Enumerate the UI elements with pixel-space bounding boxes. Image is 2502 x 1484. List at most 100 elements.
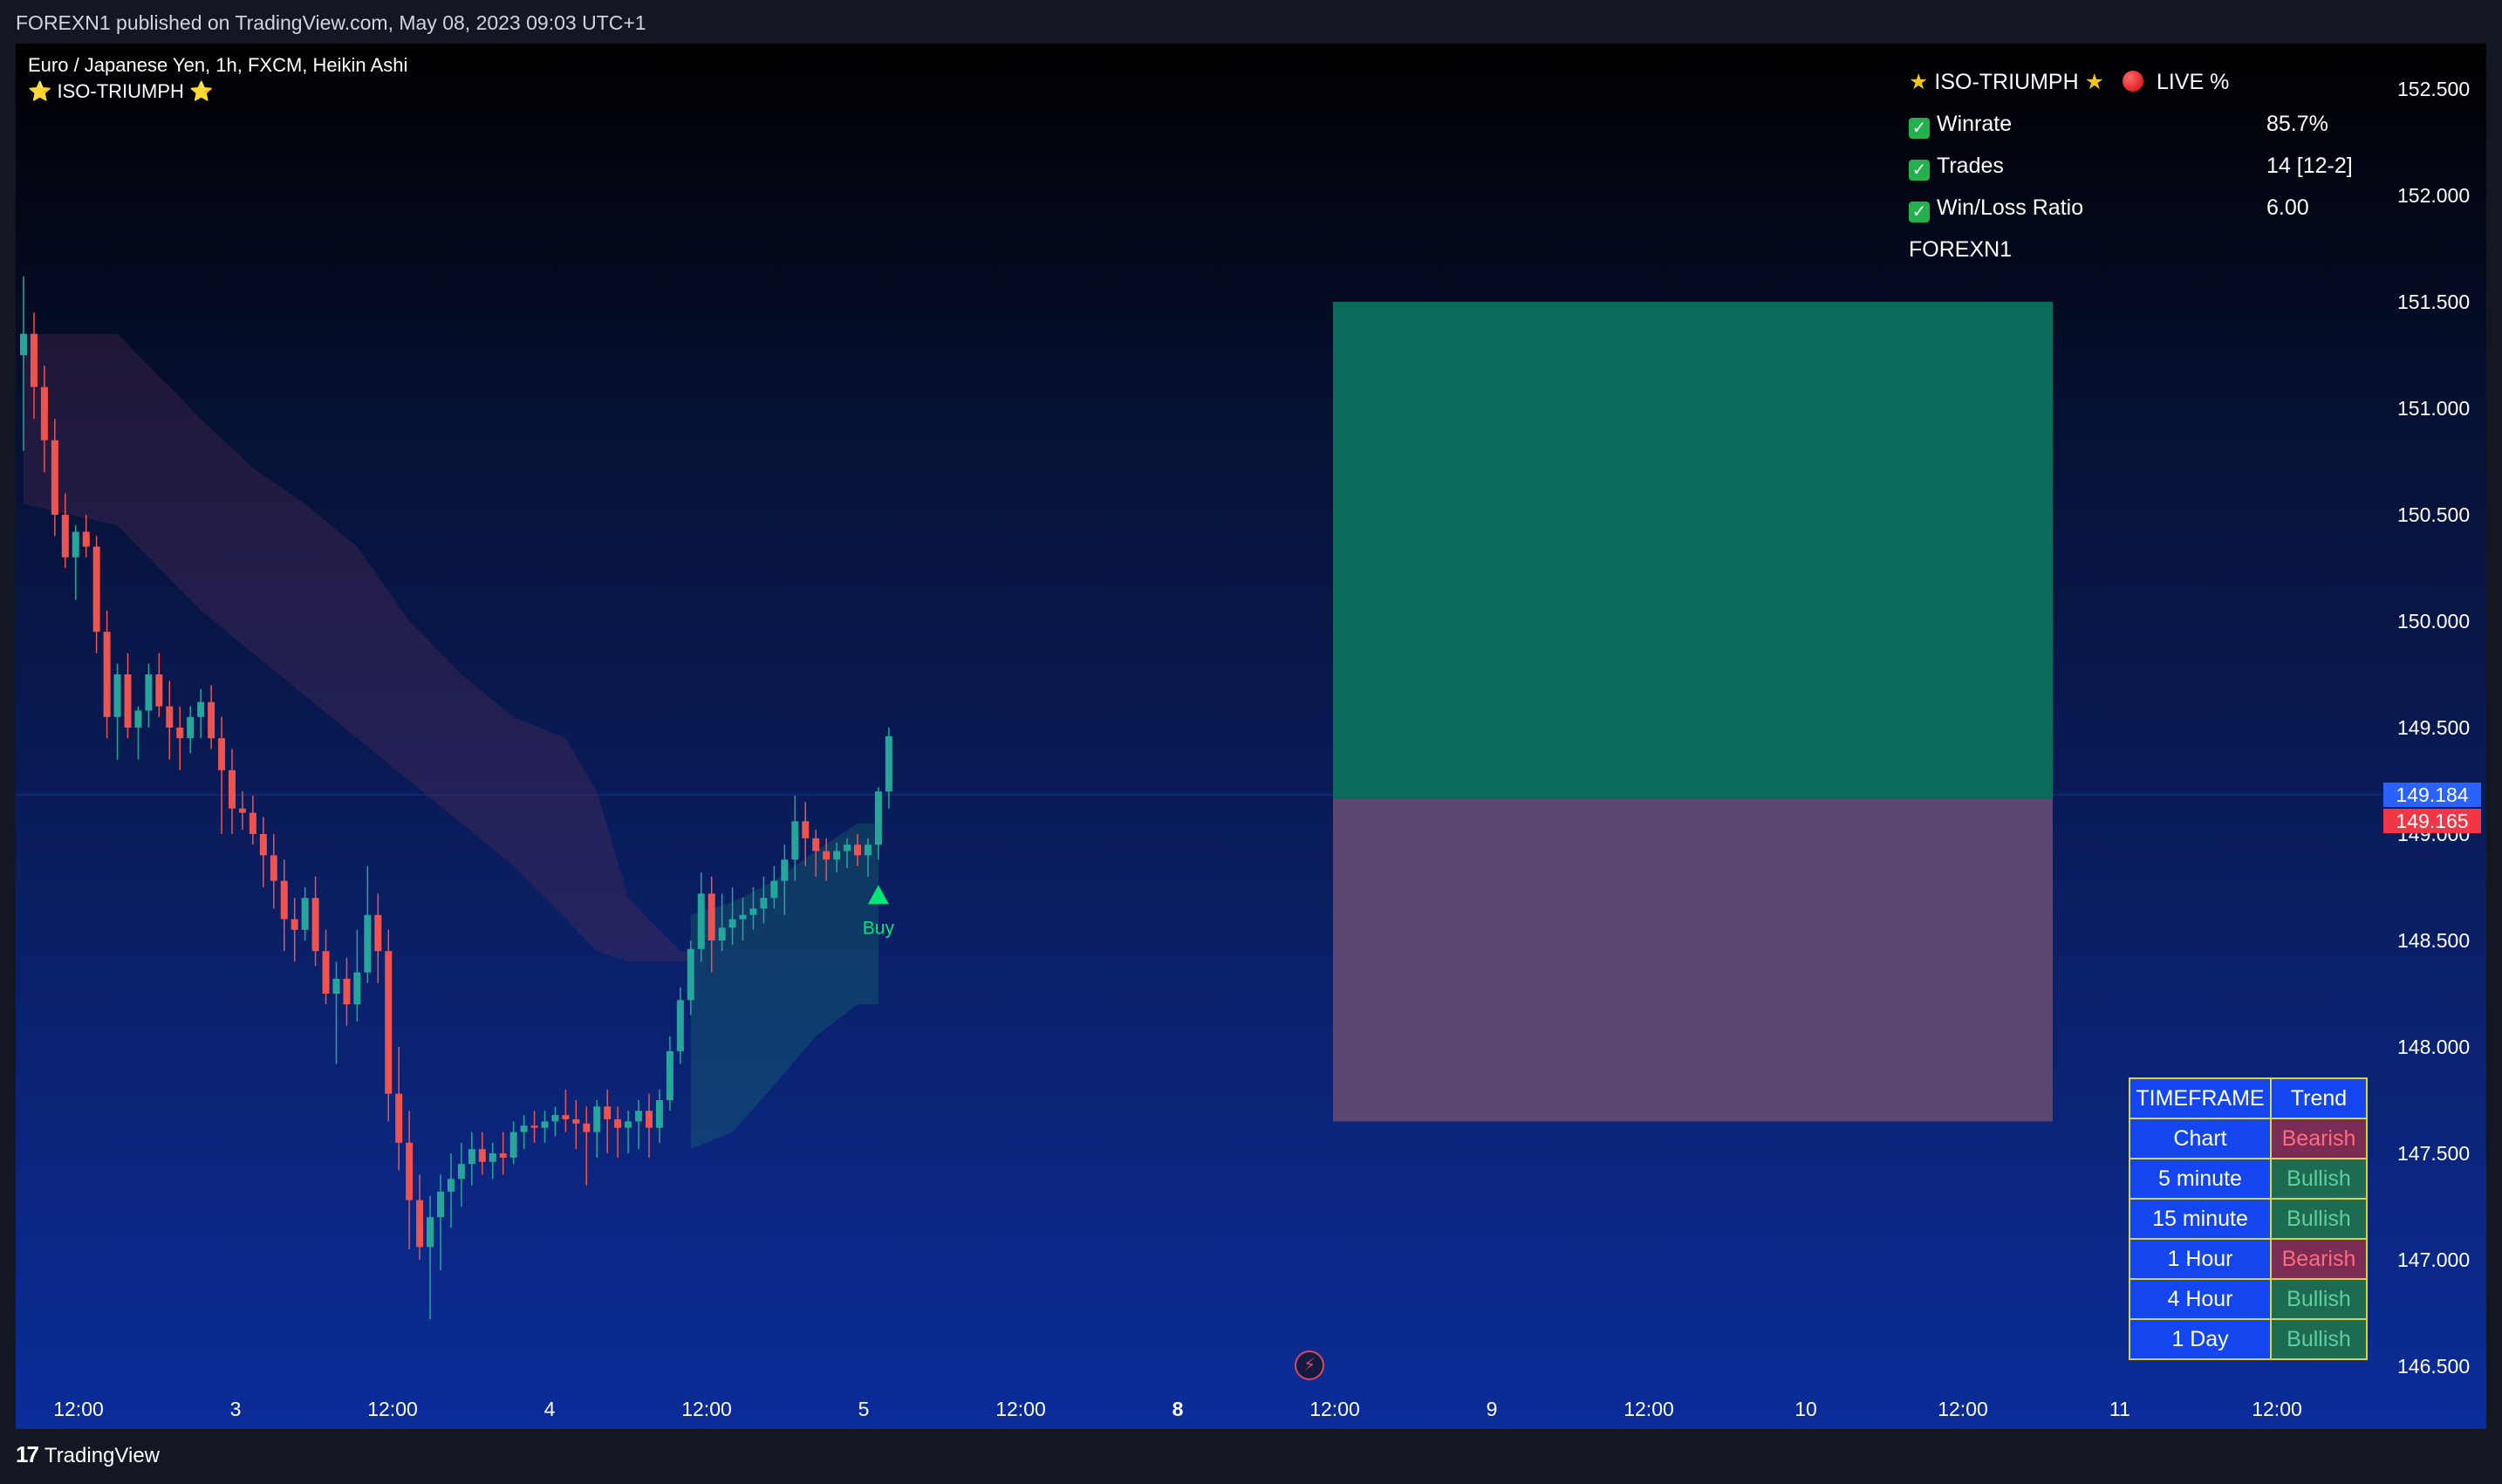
time-tick-label: 3	[229, 1398, 242, 1420]
candle-body	[155, 674, 163, 707]
price-axis[interactable]: 146.500 147.000 147.500 148.000 148.500 149.0…	[2382, 44, 2486, 1429]
candle-body	[530, 1125, 538, 1128]
candle-body	[812, 838, 820, 851]
candle-body	[468, 1149, 475, 1165]
stat-row-winrate: ✓ Winrate 85.7%	[1909, 103, 2397, 145]
candle-body	[509, 1132, 517, 1158]
candle-body	[322, 951, 330, 994]
candle-body	[854, 845, 861, 856]
time-tick-label: 12:00	[1938, 1398, 1988, 1420]
candle-body	[520, 1125, 528, 1132]
trend-cell: Bullish	[2270, 1158, 2368, 1200]
candle-body	[280, 880, 288, 920]
candle-body	[395, 1093, 403, 1143]
price-plot[interactable]: Buy	[16, 44, 2382, 1429]
stat-label: Winrate	[1937, 112, 2013, 136]
candle-body	[385, 951, 393, 1094]
price-tick-label: 151.500	[2397, 291, 2471, 313]
header-timeframe: TIMEFRAME	[2129, 1077, 2272, 1119]
candle-body	[655, 1100, 663, 1128]
trend-cell: Bullish	[2270, 1278, 2368, 1320]
candle-body	[708, 893, 715, 940]
candle-body	[447, 1179, 455, 1192]
candle-body	[437, 1191, 444, 1218]
candle-body	[802, 821, 810, 838]
time-tick-label: 8	[1172, 1398, 1184, 1420]
candle-body	[124, 674, 132, 728]
candle-body	[770, 880, 778, 899]
candle-body	[874, 791, 882, 845]
trend-cell: Bullish	[2270, 1318, 2368, 1360]
tradingview-logo[interactable]: 17 TradingView	[16, 1441, 160, 1468]
candle-body	[238, 808, 246, 813]
price-tick-label: 151.000	[2397, 397, 2471, 420]
candle-body	[739, 914, 747, 920]
candle-body	[176, 728, 184, 739]
candle-body	[635, 1111, 643, 1122]
brand-name: TradingView	[44, 1444, 160, 1467]
time-tick-label: 4	[543, 1398, 556, 1420]
trend-row: Chart Bearish	[2129, 1118, 2368, 1159]
indicator-legend[interactable]: ⭐ ISO-TRIUMPH ⭐	[28, 80, 213, 103]
candle-body	[697, 893, 705, 949]
check-icon: ✓	[1909, 202, 1930, 222]
timeframe-cell: 15 minute	[2129, 1198, 2272, 1240]
candle-body	[249, 812, 256, 834]
stat-row-trades: ✓ Trades 14 [12-2]	[1909, 145, 2397, 187]
time-tick-label: 12:00	[2252, 1398, 2302, 1420]
candle-body	[728, 919, 736, 928]
symbol-legend[interactable]: Euro / Japanese Yen, 1h, FXCM, Heikin As…	[28, 54, 407, 77]
candle-body	[113, 674, 121, 717]
price-tick-label: 147.500	[2397, 1142, 2471, 1165]
candle-body	[92, 546, 100, 633]
candle-body	[457, 1164, 465, 1180]
check-icon: ✓	[1909, 118, 1930, 139]
candle-body	[374, 914, 382, 952]
time-tick-label: 11	[2109, 1398, 2130, 1420]
timeframe-cell: 1 Day	[2129, 1318, 2272, 1360]
candle-body	[301, 898, 309, 930]
time-tick-label: 5	[858, 1398, 870, 1420]
candle-body	[30, 333, 38, 387]
candle-body	[823, 851, 831, 860]
timeframe-cell: 5 minute	[2129, 1158, 2272, 1200]
stat-label: Trades	[1937, 154, 2004, 178]
candle-body	[270, 855, 277, 881]
trend-table: TIMEFRAME Trend Chart Bearish 5 minute B…	[2129, 1077, 2368, 1360]
candle-body	[541, 1121, 549, 1128]
price-tick-label: 150.500	[2397, 503, 2471, 526]
trend-row: 15 minute Bullish	[2129, 1198, 2368, 1240]
candle-body	[551, 1115, 559, 1122]
lightning-icon[interactable]: ⚡	[1295, 1351, 1324, 1380]
time-tick-label: 12:00	[367, 1398, 418, 1420]
candle-body	[718, 927, 726, 940]
price-tick-label: 147.000	[2397, 1248, 2471, 1271]
entry-price-tag: 149.165	[2383, 809, 2481, 834]
bearish-cloud	[24, 333, 691, 962]
candle-body	[82, 531, 90, 547]
time-tick-label: 12:00	[1309, 1398, 1360, 1420]
time-tick-label: 12:00	[681, 1398, 732, 1420]
candle-body	[353, 972, 361, 1005]
candle-body	[20, 333, 27, 355]
candle-body	[791, 821, 799, 860]
star-icon: ★	[1909, 70, 1929, 94]
loss-zone	[1333, 798, 2053, 1122]
trend-cell: Bearish	[2270, 1238, 2368, 1280]
check-icon: ✓	[1909, 160, 1930, 181]
candle-body	[364, 914, 372, 973]
live-label: LIVE %	[2156, 70, 2230, 94]
buy-signal-label: Buy	[863, 918, 895, 938]
candle-body	[864, 845, 872, 856]
candle-body	[833, 851, 841, 860]
stats-title: ISO-TRIUMPH	[1934, 70, 2079, 94]
candle-body	[760, 898, 768, 909]
candle-body	[625, 1121, 632, 1128]
published-header: FOREXN1 published on TradingView.com, Ma…	[0, 0, 2502, 44]
chart-area[interactable]: Buy Euro / Japanese Yen, 1h, FXCM, Heiki…	[16, 44, 2486, 1429]
candle-body	[687, 948, 694, 1001]
stat-value: 14 [12-2]	[2266, 154, 2353, 178]
candle-body	[40, 386, 48, 441]
candle-body	[604, 1106, 612, 1119]
last-price-tag: 149.184	[2383, 783, 2481, 808]
